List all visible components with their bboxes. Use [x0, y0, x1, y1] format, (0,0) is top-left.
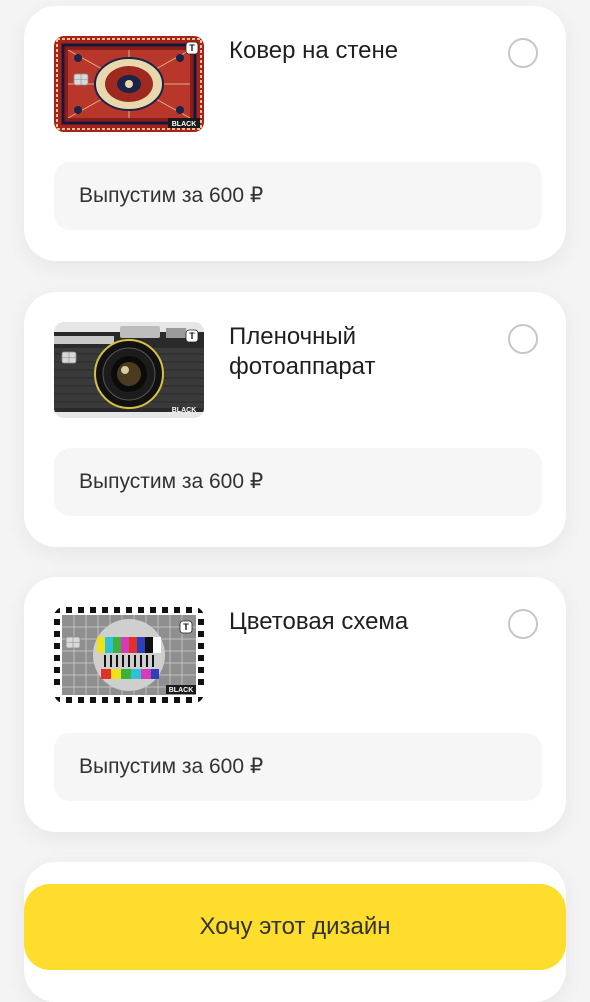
card-title: Пленочный фотоаппарат [229, 323, 376, 380]
price-box: Выпустим за 600 ₽ [54, 448, 542, 516]
radio-button[interactable] [508, 609, 538, 639]
svg-text:BLACK: BLACK [172, 407, 197, 414]
svg-text:BLACK: BLACK [172, 121, 197, 128]
price-box: Выпустим за 600 ₽ [54, 733, 542, 801]
price-label: Выпустим за 600 ₽ [79, 470, 264, 493]
svg-text:T: T [183, 622, 189, 632]
price-box: Выпустим за 600 ₽ [54, 162, 542, 230]
carpet-card-image: T BLACK [54, 36, 204, 132]
card-title: Цветовая схема [229, 608, 409, 635]
svg-text:T: T [189, 43, 195, 53]
price-label: Выпустим за 600 ₽ [79, 755, 264, 778]
svg-text:BLACK: BLACK [169, 687, 194, 694]
camera-card-image: T BLACK [54, 322, 204, 418]
want-this-design-button[interactable]: Хочу этот дизайн [24, 884, 566, 970]
radio-button[interactable] [508, 324, 538, 354]
svg-text:T: T [189, 331, 195, 341]
card-title: Ковер на стене [229, 37, 399, 64]
cta-label: Хочу этот дизайн [199, 913, 391, 940]
test-pattern-card-image: T BLACK [54, 607, 204, 703]
radio-button[interactable] [508, 38, 538, 68]
design-card-carpet[interactable]: T BLACK Ковер на стене Выпустим за 600 ₽ [24, 6, 566, 261]
design-card-camera[interactable]: T BLACK Пленочный фотоаппарат Выпустим з… [24, 292, 566, 547]
price-label: Выпустим за 600 ₽ [79, 184, 264, 207]
design-card-color-scheme[interactable]: T BLACK Цветовая схема Выпустим за 600 ₽ [24, 577, 566, 832]
